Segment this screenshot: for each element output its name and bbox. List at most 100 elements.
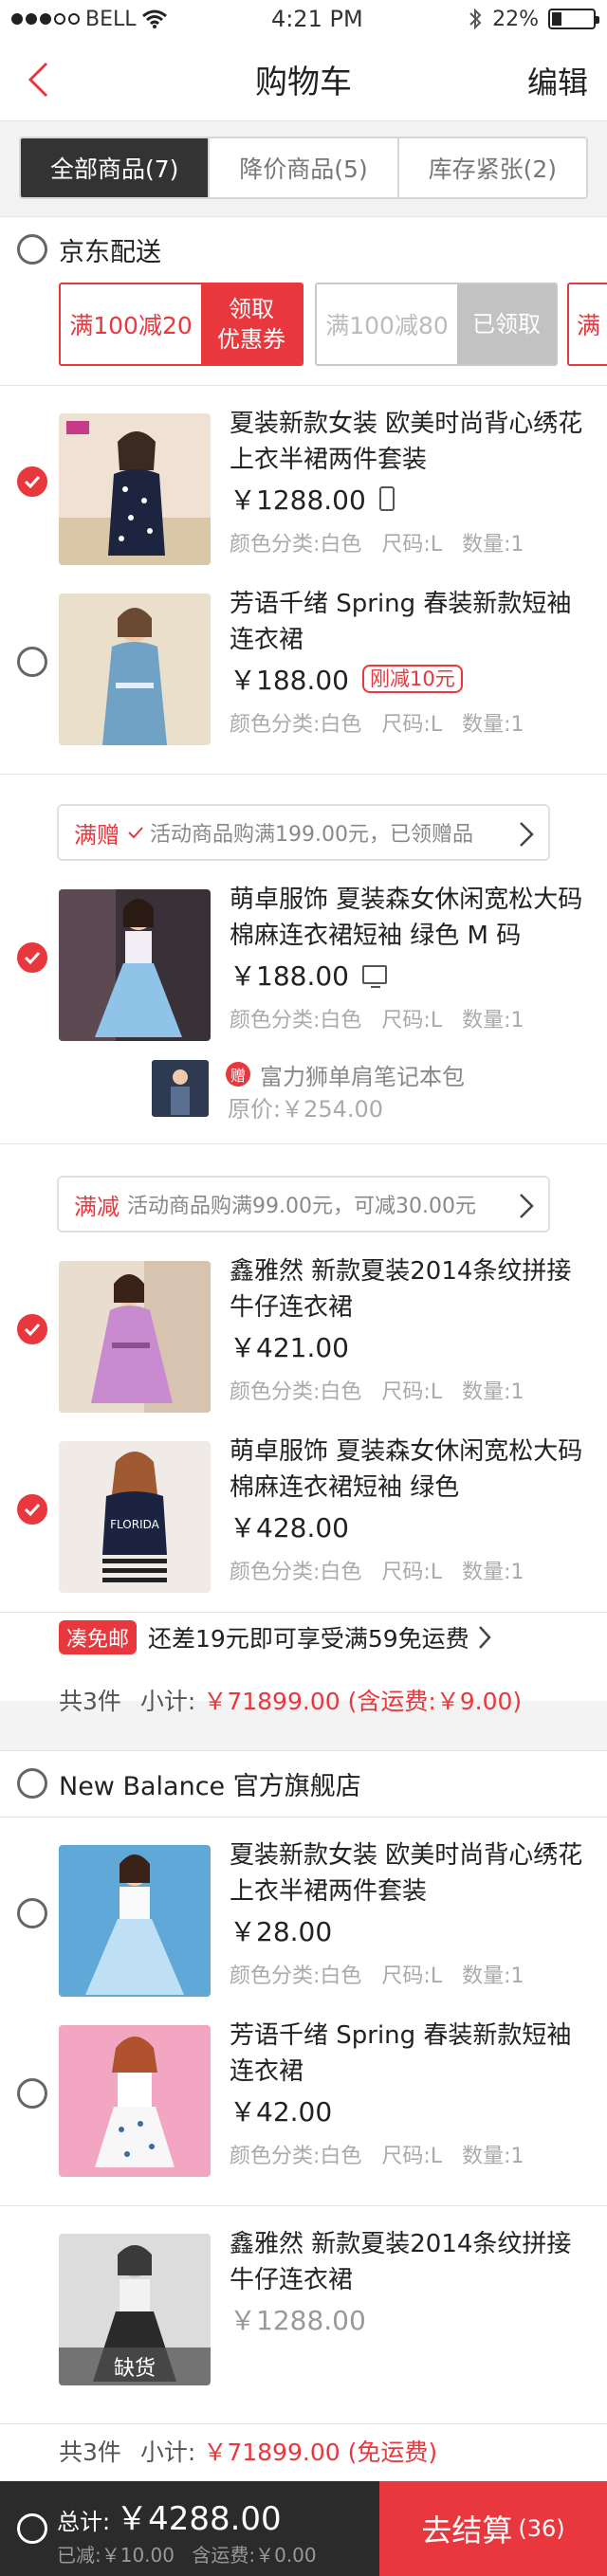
chevron-right-icon [478,1626,491,1649]
spec-color: 颜色分类:白色 [230,713,362,737]
filter-tabs: 全部商品(7) 降价商品(5) 库存紧张(2) [19,137,588,199]
cart-item-out-of-stock[interactable]: 缺货 鑫雅然 新款夏装2014条纹拼接牛仔连衣裙 ￥1288.00 [0,2215,607,2385]
product-price: ￥42.00 [230,2096,333,2128]
free-shipping-row[interactable]: 凑免邮 还差19元即可享受满59免运费 [59,1614,492,1661]
gift-icon: 赠 [226,1062,250,1087]
coupon-row: 满100减20 领取 优惠券 满100减80 已领取 满 [0,283,607,368]
divider [0,385,607,386]
product-price-row: ￥428.00 [230,1507,349,1545]
product-title[interactable]: 芳语千绪 Spring 春装新款短袖连衣裙 [230,586,590,658]
edit-button[interactable]: 编辑 [527,59,588,102]
gift-item[interactable]: 赠 富力狮单肩笔记本包 原价:￥254.00 [152,1052,588,1123]
chevron-right-icon [520,822,534,847]
product-title[interactable]: 萌卓服饰 夏装森女休闲宽松大码棉麻连衣裙短袖 绿色 M 码 [230,882,590,954]
item-select-radio[interactable] [17,1314,47,1344]
item-select-radio[interactable] [17,647,47,677]
divider [0,1817,607,1818]
product-spec: 颜色分类:白色 尺码:L 数量:1 [230,1555,538,1585]
product-title[interactable]: 鑫雅然 新款夏装2014条纹拼接牛仔连衣裙 [230,1253,590,1325]
subtotal-amount: ￥71899.00 (免运费) [203,2439,438,2466]
promo-discount-bar[interactable]: 满减 活动商品购满99.00元，可减30.00元 [57,1176,550,1233]
spec-quantity: 数量:1 [462,1380,524,1404]
gift-image[interactable] [152,1060,209,1117]
item-select-radio[interactable] [17,1898,47,1928]
item-select-radio[interactable] [17,1494,47,1525]
bluetooth-icon [469,8,482,30]
product-price: ￥188.00 [230,960,349,992]
product-title[interactable]: 夏装新款女装 欧美时尚背心绣花 上衣半裙两件套装 [230,406,590,478]
checkout-button[interactable]: 去结算 (36) [379,2481,607,2576]
product-price-row: ￥1288.00 [230,2300,366,2338]
product-price-row: ￥188.00 [230,956,387,994]
product-spec: 颜色分类:白色 尺码:L 数量:1 [230,1959,538,1989]
product-image[interactable] [59,2025,211,2177]
spec-size: 尺码:L [381,1964,443,1988]
filter-tabs-area: 全部商品(7) 降价商品(5) 库存紧张(2) [0,121,607,216]
product-spec: 颜色分类:白色 尺码:L 数量:1 [230,1375,538,1405]
product-image[interactable]: 缺货 [59,2234,211,2385]
product-price-row: ￥188.00 刚减10元 [230,660,463,698]
product-image[interactable] [59,889,211,1041]
cart-item[interactable]: 鑫雅然 新款夏装2014条纹拼接牛仔连衣裙 ￥421.00 颜色分类:白色 尺码… [0,1242,607,1413]
coupon-card-claimed: 满100减80 已领取 [315,283,558,366]
shop-header-jd[interactable]: 京东配送 [0,216,607,283]
select-all-radio[interactable] [17,2513,47,2544]
shop-select-radio[interactable] [17,234,47,265]
promo-gift-bar[interactable]: 满赠 活动商品购满199.00元，已领赠品 [57,804,550,861]
divider [0,2205,607,2206]
product-price-row: ￥28.00 [230,1911,332,1949]
claim-coupon-button[interactable]: 领取 优惠券 [201,284,302,364]
tab-price-drop[interactable]: 降价商品(5) [210,138,399,197]
product-title[interactable]: 萌卓服饰 夏装森女休闲宽松大码棉麻连衣裙短袖 绿色 [230,1434,590,1506]
spec-size: 尺码:L [381,1380,443,1404]
coupon-condition: 满100减20 [61,284,201,364]
item-select-radio[interactable] [17,942,47,973]
promo-tag: 满赠 [74,821,120,849]
product-image[interactable] [59,413,211,565]
total-amount: ￥4288.00 [116,2500,282,2538]
product-price-row: ￥1288.00 [230,480,395,518]
spec-quantity: 数量:1 [462,1009,524,1032]
cart-item[interactable]: 萌卓服饰 夏装森女休闲宽松大码棉麻连衣裙短袖 绿色 M 码 ￥188.00 颜色… [0,870,607,1041]
coupon-card-partial[interactable]: 满 [567,283,607,366]
product-image[interactable] [59,594,211,745]
product-image[interactable] [59,1261,211,1413]
product-title[interactable]: 鑫雅然 新款夏装2014条纹拼接牛仔连衣裙 [230,2226,590,2298]
checkout-label: 去结算 [421,2512,513,2549]
cart-item[interactable]: 夏装新款女装 欧美时尚背心绣花 上衣半裙两件套装 ￥28.00 颜色分类:白色 … [0,1826,607,1997]
check-icon [128,827,143,839]
tab-low-stock[interactable]: 库存紧张(2) [399,138,586,197]
item-select-radio[interactable] [17,2078,47,2109]
phone-icon [378,486,395,511]
shop-header-newbalance[interactable]: New Balance 官方旗舰店 [0,1750,607,1817]
back-button[interactable] [17,59,59,100]
item-select-radio[interactable] [17,466,47,497]
spec-color: 颜色分类:白色 [230,2145,362,2168]
cart-item[interactable]: 芳语千绪 Spring 春装新款短袖连衣裙 ￥42.00 颜色分类:白色 尺码:… [0,2006,607,2177]
promo-text: 活动商品购满199.00元，已领赠品 [150,823,473,847]
cart-item[interactable]: 夏装新款女装 欧美时尚背心绣花 上衣半裙两件套装 ￥1288.00 颜色分类:白… [0,394,607,565]
product-image[interactable] [59,1845,211,1997]
subtotal-count: 共3件 [59,1688,121,1715]
divider [0,2423,607,2424]
spec-quantity: 数量:1 [462,1561,524,1584]
shop-select-radio[interactable] [17,1768,47,1799]
product-title[interactable]: 夏装新款女装 欧美时尚背心绣花 上衣半裙两件套装 [230,1837,590,1909]
product-title[interactable]: 芳语千绪 Spring 春装新款短袖连衣裙 [230,2018,590,2090]
product-price: ￥28.00 [230,1916,333,1947]
spec-size: 尺码:L [381,533,443,557]
coupon-card[interactable]: 满100减20 领取 优惠券 [59,283,304,366]
coupon-label: 优惠券 [217,326,285,353]
spec-quantity: 数量:1 [462,713,524,737]
tab-all[interactable]: 全部商品(7) [21,138,211,197]
cart-item[interactable]: 芳语千绪 Spring 春装新款短袖连衣裙 ￥188.00 刚减10元 颜色分类… [0,575,607,745]
battery-icon [548,9,599,29]
out-of-stock-label: 缺货 [59,2348,211,2385]
spec-size: 尺码:L [381,1009,443,1032]
gift-name: 富力狮单肩笔记本包 [260,1064,465,1090]
nav-bar: 购物车 编辑 [0,38,607,121]
spec-color: 颜色分类:白色 [230,1009,362,1032]
product-image[interactable]: FLORIDA [59,1441,211,1593]
cart-item[interactable]: FLORIDA 萌卓服饰 夏装森女休闲宽松大码棉麻连衣裙短袖 绿色 ￥428.0… [0,1422,607,1593]
divider [0,1612,607,1613]
